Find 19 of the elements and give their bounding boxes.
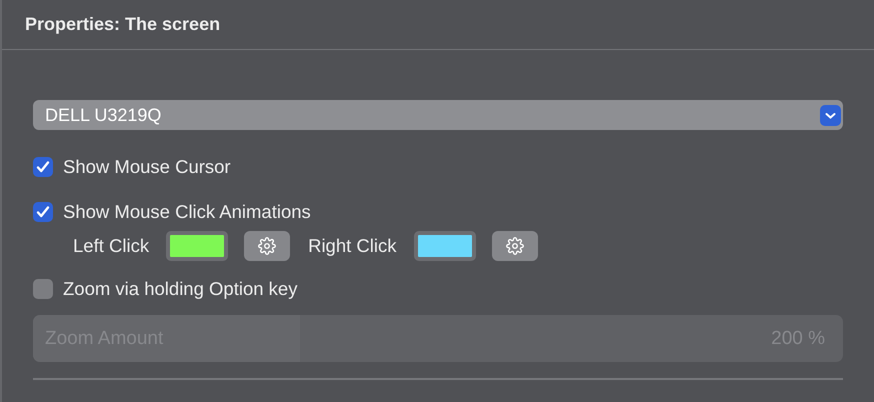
checkmark-icon <box>36 160 50 174</box>
settings-button[interactable] <box>492 231 538 261</box>
checkbox[interactable] <box>33 202 53 222</box>
color-label: Right Click <box>308 235 396 257</box>
checkbox-label: Zoom via holding Option key <box>63 278 298 300</box>
checkbox[interactable] <box>33 278 53 298</box>
display-popup[interactable]: DELL U3219Q <box>33 100 843 130</box>
color-label: Left Click <box>73 235 150 257</box>
color-well[interactable] <box>414 231 476 261</box>
panel-title: Properties: The screen <box>25 14 220 35</box>
settings-icon <box>506 237 524 255</box>
chevron-down-icon <box>820 104 841 126</box>
checkbox-label: Show Mouse Click Animations <box>63 200 311 222</box>
checkmark-icon <box>36 204 50 218</box>
settings-icon <box>258 237 276 255</box>
color-well[interactable] <box>166 231 228 261</box>
checkbox[interactable] <box>33 156 53 176</box>
checkbox-label: Show Mouse Cursor <box>63 156 231 178</box>
settings-button[interactable] <box>244 231 290 261</box>
